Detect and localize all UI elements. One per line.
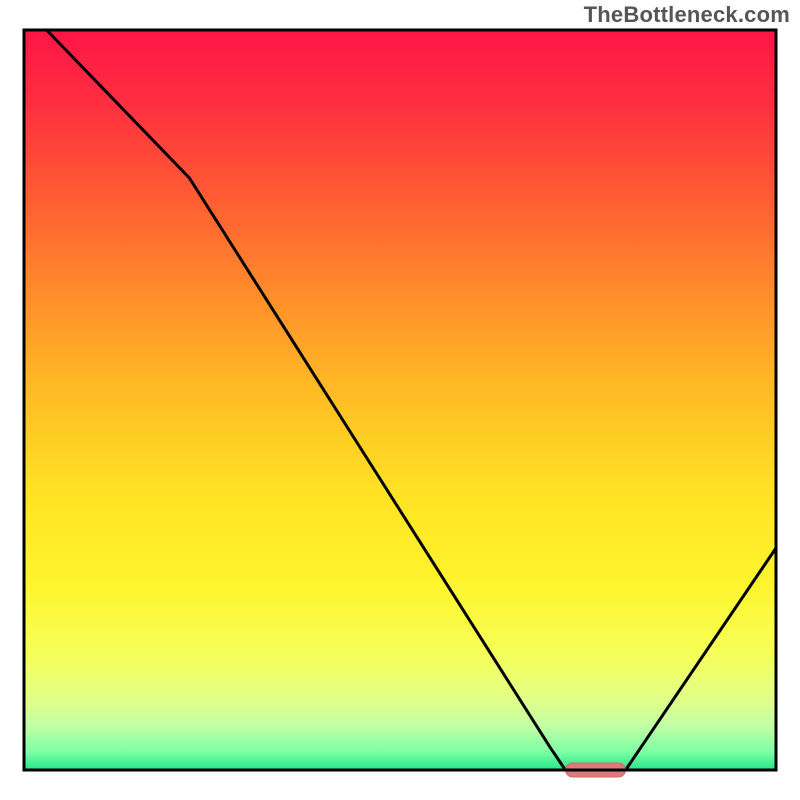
bottleneck-chart <box>0 0 800 800</box>
plot-background <box>24 30 776 770</box>
